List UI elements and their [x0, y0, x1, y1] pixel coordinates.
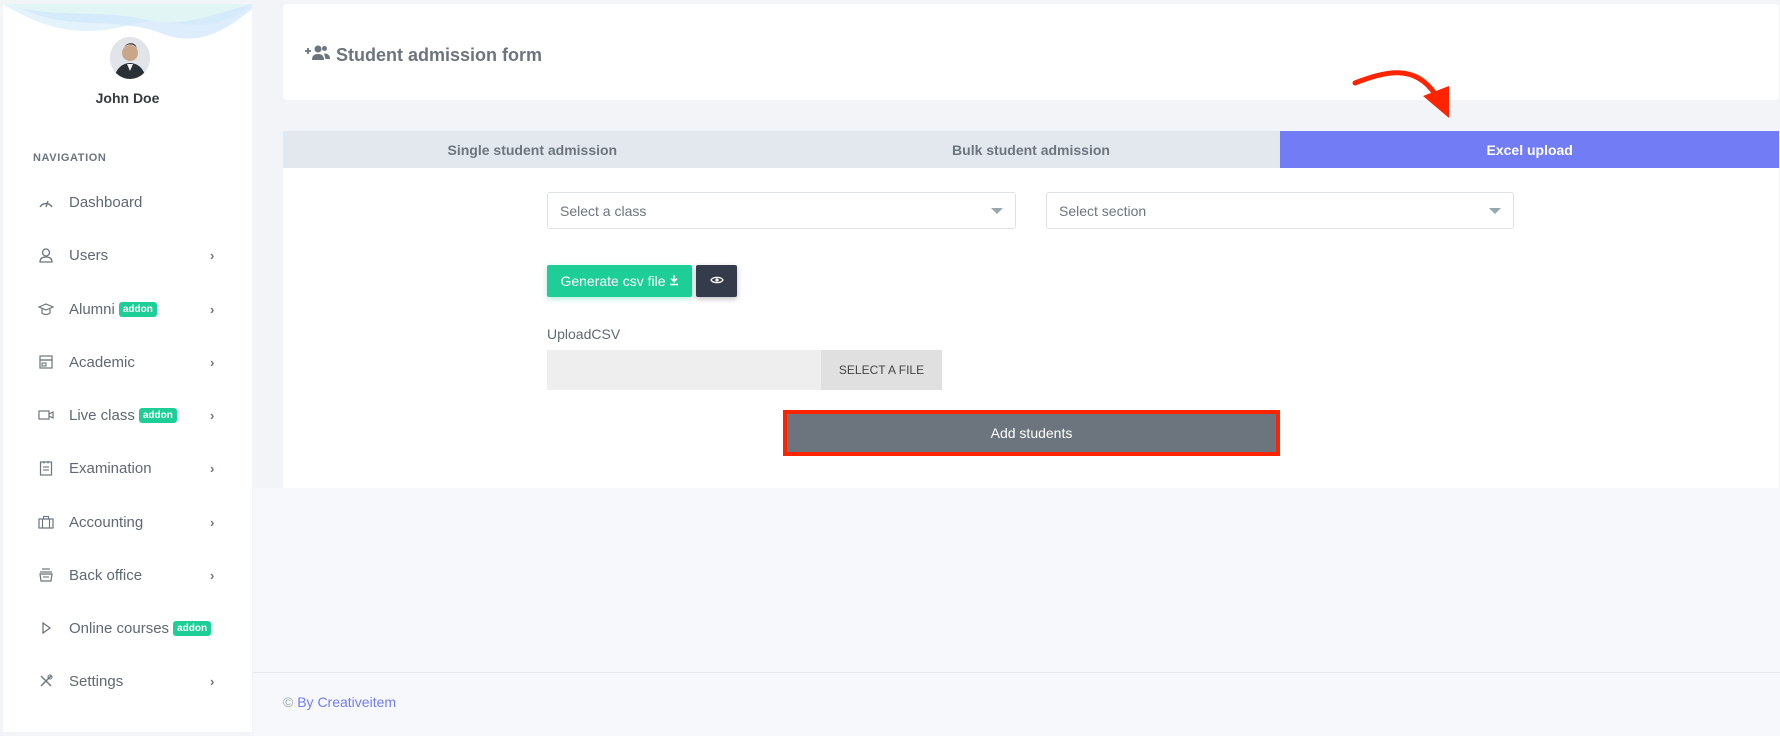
user-name: John Doe — [95, 90, 160, 106]
sidebar-item-label: Academic — [69, 353, 135, 371]
caret-down-icon — [991, 208, 1003, 214]
sidebar-item-users[interactable]: Users › — [3, 235, 252, 275]
clipboard-icon — [37, 459, 55, 477]
chevron-right-icon: › — [210, 567, 215, 583]
caret-down-icon — [1489, 208, 1501, 214]
chevron-right-icon: › — [210, 407, 215, 423]
sidebar-item-academic[interactable]: Academic › — [3, 342, 252, 382]
sidebar-item-back-office[interactable]: Back office › — [3, 555, 252, 595]
file-name-display — [547, 350, 821, 390]
user-icon — [37, 246, 55, 264]
nav-section-title: NAVIGATION — [33, 152, 107, 164]
sidebar-item-label: Dashboard — [69, 193, 143, 211]
tab-single-student-admission[interactable]: Single student admission — [283, 131, 782, 168]
chevron-right-icon: › — [210, 247, 215, 263]
avatar[interactable] — [110, 37, 150, 79]
sidebar-item-label: Alumni — [69, 300, 115, 318]
dashboard-gauge-icon — [37, 193, 55, 211]
sidebar-item-examination[interactable]: Examination › — [3, 448, 252, 488]
creativeitem-link[interactable]: By Creativeitem — [297, 694, 396, 710]
tab-bulk-student-admission[interactable]: Bulk student admission — [782, 131, 1281, 168]
tools-icon — [37, 672, 55, 690]
sidebar-item-dashboard[interactable]: Dashboard — [3, 182, 252, 222]
admission-form-card: Single student admission Bulk student ad… — [283, 131, 1780, 488]
class-select[interactable]: Select a class — [547, 192, 1016, 229]
briefcase-icon — [37, 513, 55, 531]
addon-badge: addon — [138, 407, 177, 423]
graduation-cap-icon — [37, 300, 55, 318]
chevron-right-icon: › — [210, 460, 215, 476]
sidebar-item-label: Online courses — [69, 619, 170, 637]
sidebar-item-label: Examination — [69, 459, 152, 477]
add-students-button[interactable]: Add students — [783, 410, 1280, 456]
csv-file-input[interactable]: SELECT A FILE — [547, 350, 942, 390]
sidebar-item-label: Settings — [69, 672, 124, 690]
addon-badge: addon — [118, 301, 157, 317]
sidebar: John Doe NAVIGATION Dashboard Users › Al… — [3, 4, 252, 732]
chevron-right-icon: › — [210, 514, 215, 530]
eye-icon — [709, 272, 724, 290]
admission-tabs: Single student admission Bulk student ad… — [283, 131, 1780, 168]
content-background — [253, 488, 1780, 736]
sidebar-item-accounting[interactable]: Accounting › — [3, 502, 252, 542]
archive-box-icon — [37, 566, 55, 584]
chevron-right-icon: › — [210, 301, 215, 317]
chevron-right-icon: › — [210, 673, 215, 689]
addon-badge: addon — [173, 620, 212, 636]
annotation-arrow — [1352, 70, 1449, 118]
sidebar-item-alumni[interactable]: Alumni addon › — [3, 289, 252, 329]
page-title: Student admission form — [305, 44, 542, 67]
footer-divider — [253, 672, 1780, 673]
footer: © By Creativeitem — [283, 694, 397, 710]
section-select[interactable]: Select section — [1046, 192, 1514, 229]
generate-csv-button[interactable]: Generate csv file — [547, 265, 692, 297]
sidebar-item-label: Back office — [69, 566, 143, 584]
upload-csv-label: UploadCSV — [547, 326, 621, 342]
video-camera-icon — [37, 406, 55, 424]
sidebar-item-label: Accounting — [69, 513, 144, 531]
sidebar-item-online-courses[interactable]: Online courses addon — [3, 608, 252, 648]
store-icon — [37, 353, 55, 371]
download-icon — [669, 273, 679, 289]
sidebar-item-label: Live class — [69, 406, 135, 424]
preview-csv-button[interactable] — [696, 265, 737, 297]
page-header: Student admission form — [283, 4, 1779, 100]
sidebar-item-settings[interactable]: Settings › — [3, 661, 252, 701]
play-icon — [37, 619, 55, 637]
user-plus-icon — [305, 44, 331, 67]
tab-excel-upload[interactable]: Excel upload — [1280, 131, 1780, 168]
sidebar-item-live-class[interactable]: Live class addon › — [3, 395, 252, 435]
select-file-button[interactable]: SELECT A FILE — [821, 350, 942, 390]
sidebar-item-label: Users — [69, 246, 109, 264]
chevron-right-icon: › — [210, 354, 215, 370]
